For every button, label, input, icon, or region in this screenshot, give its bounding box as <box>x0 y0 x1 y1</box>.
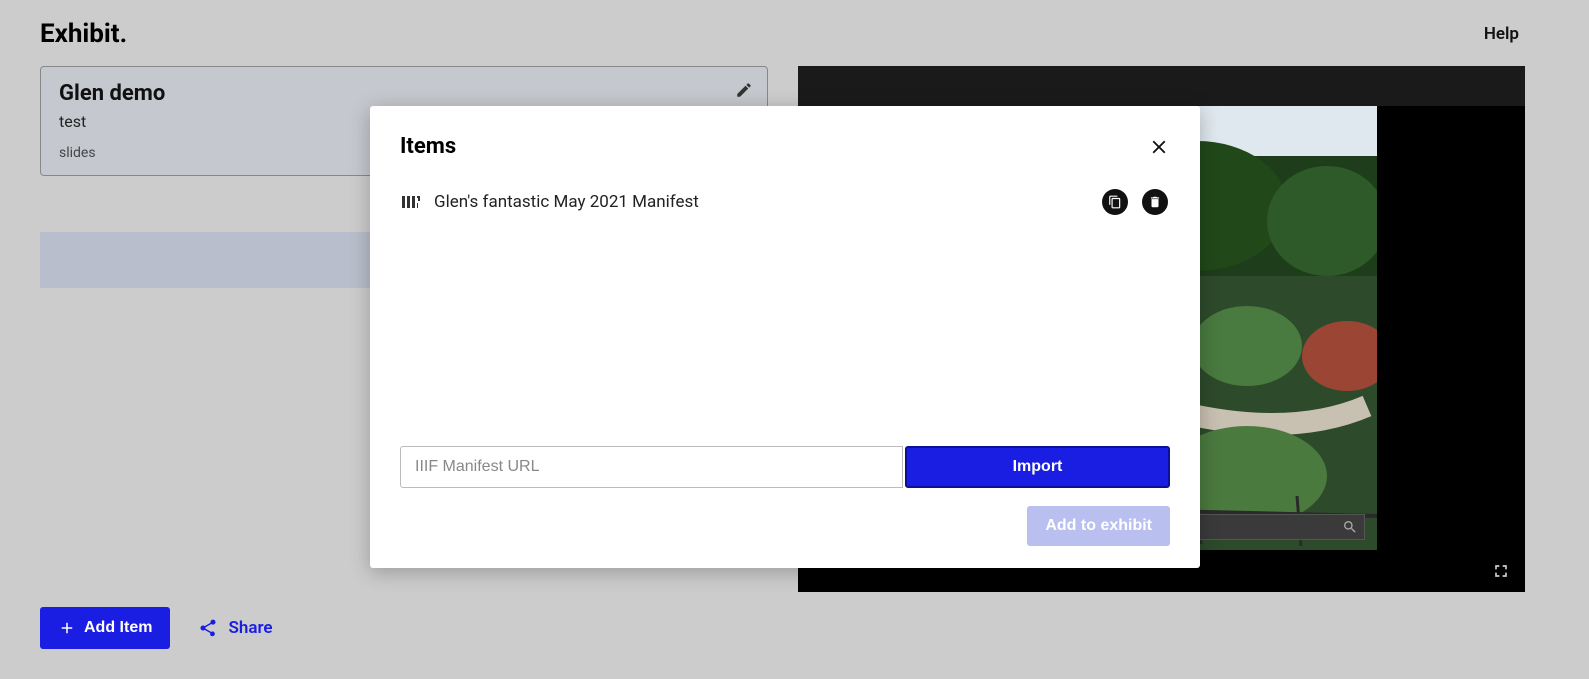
share-label: Share <box>228 618 272 638</box>
copy-icon <box>1108 195 1122 209</box>
modal-header: Items <box>400 134 1170 159</box>
bottom-actions: Add Item Share <box>40 607 273 649</box>
item-actions <box>1102 189 1168 215</box>
edit-icon[interactable] <box>735 81 753 99</box>
manifest-item-row[interactable]: Glen's fantastic May 2021 Manifest <box>400 183 1170 221</box>
brand-logo: Exhibit. <box>40 19 127 49</box>
copy-button[interactable] <box>1102 189 1128 215</box>
share-icon <box>198 618 218 638</box>
manifest-url-input[interactable] <box>400 446 903 488</box>
close-icon[interactable] <box>1148 136 1170 158</box>
iiif-icon <box>402 193 422 211</box>
search-icon <box>1342 519 1358 535</box>
manifest-item-label: Glen's fantastic May 2021 Manifest <box>434 192 1102 212</box>
viewer-toolbar <box>798 66 1525 106</box>
plus-icon <box>58 619 76 637</box>
trash-icon <box>1148 195 1162 209</box>
delete-button[interactable] <box>1142 189 1168 215</box>
items-modal: Items Glen's fantastic May 2021 Manifest <box>370 106 1200 568</box>
add-to-exhibit-button[interactable]: Add to exhibit <box>1027 506 1170 546</box>
app-header: Exhibit. Help <box>0 0 1589 50</box>
import-button[interactable]: Import <box>905 446 1170 488</box>
help-link[interactable]: Help <box>1484 24 1519 44</box>
share-button[interactable]: Share <box>198 618 272 638</box>
import-row: Import <box>400 446 1170 488</box>
add-item-label: Add Item <box>84 619 152 637</box>
modal-title: Items <box>400 134 456 159</box>
fullscreen-icon[interactable] <box>1491 561 1511 581</box>
add-item-button[interactable]: Add Item <box>40 607 170 649</box>
modal-footer: Add to exhibit <box>400 506 1170 546</box>
exhibit-title: Glen demo <box>59 81 749 106</box>
